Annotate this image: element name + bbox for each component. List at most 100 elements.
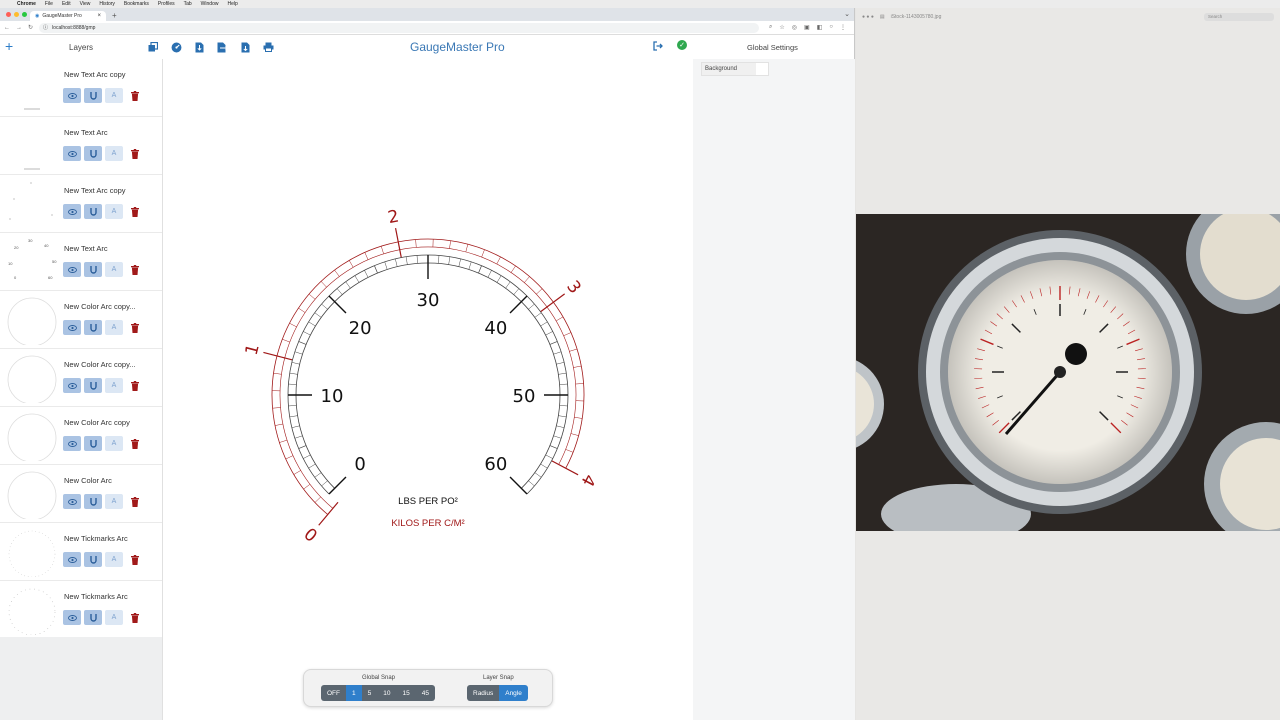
- layer-item[interactable]: New Color Arc copy... A: [0, 291, 162, 349]
- site-info-icon[interactable]: ⓘ: [43, 24, 48, 31]
- visibility-eye-icon[interactable]: [63, 610, 81, 625]
- layer-snap-option-angle[interactable]: Angle: [499, 685, 528, 701]
- visibility-eye-icon[interactable]: [63, 494, 81, 509]
- bookmark-star-icon[interactable]: ☆: [779, 24, 784, 31]
- snap-magnet-icon[interactable]: [84, 88, 102, 103]
- background-color-swatch[interactable]: [756, 63, 768, 75]
- trash-icon[interactable]: [129, 552, 141, 567]
- snap-magnet-icon[interactable]: [84, 494, 102, 509]
- layer-item[interactable]: New Color Arc A: [0, 465, 162, 523]
- close-window-button[interactable]: [6, 12, 11, 17]
- profile-icon[interactable]: ○: [829, 24, 833, 31]
- layer-item[interactable]: New Tickmarks Arc A: [0, 581, 162, 639]
- trash-icon[interactable]: [129, 262, 141, 277]
- text-style-icon[interactable]: A: [105, 552, 123, 567]
- visibility-eye-icon[interactable]: [63, 146, 81, 161]
- snap-magnet-icon[interactable]: [84, 552, 102, 567]
- sidebar-toggle-icon[interactable]: ▤: [880, 14, 885, 20]
- text-style-icon[interactable]: A: [105, 436, 123, 451]
- global-snap-option-5[interactable]: 5: [361, 685, 378, 701]
- close-tab-icon[interactable]: ×: [97, 13, 101, 19]
- text-style-icon[interactable]: A: [105, 146, 123, 161]
- gauge-drawing[interactable]: 0 10 20 30 40 50 60 0 1 2 3 4 LBS PER PO² KILOS PER C…: [163, 59, 693, 659]
- layer-item[interactable]: New Tickmarks Arc A: [0, 523, 162, 581]
- import-file-icon[interactable]: [193, 41, 205, 53]
- back-icon[interactable]: ←: [4, 25, 10, 31]
- text-style-icon[interactable]: A: [105, 320, 123, 335]
- zoom-icon[interactable]: ⌕: [769, 24, 772, 31]
- print-icon[interactable]: [262, 41, 274, 53]
- trash-icon[interactable]: [129, 88, 141, 103]
- extension-icon[interactable]: ◎: [792, 24, 797, 31]
- snap-magnet-icon[interactable]: [84, 262, 102, 277]
- trash-icon[interactable]: [129, 320, 141, 335]
- global-snap-option-10[interactable]: 10: [377, 685, 397, 701]
- snap-magnet-icon[interactable]: [84, 378, 102, 393]
- export-file-icon[interactable]: [216, 41, 228, 53]
- layer-item[interactable]: New Text Arc A: [0, 117, 162, 175]
- trash-icon[interactable]: [129, 204, 141, 219]
- menu-view[interactable]: View: [80, 1, 91, 7]
- viewer-search-input[interactable]: Search: [1204, 12, 1274, 21]
- snap-magnet-icon[interactable]: [84, 204, 102, 219]
- menu-edit[interactable]: Edit: [62, 1, 71, 7]
- trash-icon[interactable]: [129, 378, 141, 393]
- viewer-window-controls[interactable]: ● ● ●: [862, 14, 874, 20]
- visibility-eye-icon[interactable]: [63, 552, 81, 567]
- tab-search-chevron-icon[interactable]: ⌄: [844, 10, 850, 18]
- reload-icon[interactable]: ↻: [28, 24, 33, 31]
- trash-icon[interactable]: [129, 436, 141, 451]
- duplicate-icon[interactable]: [147, 41, 159, 53]
- menu-window[interactable]: Window: [201, 1, 219, 7]
- menu-app-name[interactable]: Chrome: [17, 1, 36, 7]
- trash-icon[interactable]: [129, 610, 141, 625]
- zoom-window-button[interactable]: [22, 12, 27, 17]
- snap-magnet-icon[interactable]: [84, 146, 102, 161]
- text-style-icon[interactable]: A: [105, 378, 123, 393]
- visibility-eye-icon[interactable]: [63, 320, 81, 335]
- minimize-window-button[interactable]: [14, 12, 19, 17]
- visibility-eye-icon[interactable]: [63, 378, 81, 393]
- global-snap-option-15[interactable]: 15: [396, 685, 416, 701]
- snap-magnet-icon[interactable]: [84, 320, 102, 335]
- menu-profiles[interactable]: Profiles: [158, 1, 175, 7]
- menu-help[interactable]: Help: [227, 1, 237, 7]
- gauge-icon[interactable]: [170, 41, 182, 53]
- sidepanel-icon[interactable]: ◧: [817, 24, 823, 31]
- download-file-icon[interactable]: [239, 41, 251, 53]
- global-snap-option-off[interactable]: OFF: [321, 685, 346, 701]
- layer-item[interactable]: New Color Arc copy A: [0, 407, 162, 465]
- layer-item[interactable]: 30 20 40 10 50 0 60 New Text Arc A: [0, 233, 162, 291]
- text-style-icon[interactable]: A: [105, 610, 123, 625]
- new-tab-icon[interactable]: +: [112, 11, 117, 21]
- snap-magnet-icon[interactable]: [84, 436, 102, 451]
- gauge-canvas[interactable]: 0 10 20 30 40 50 60 0 1 2 3 4 LBS PER PO² KILOS PER C…: [163, 59, 693, 720]
- forward-icon[interactable]: →: [16, 25, 22, 31]
- text-style-icon[interactable]: A: [105, 204, 123, 219]
- global-snap-option-1[interactable]: 1: [346, 685, 362, 701]
- extensions-puzzle-icon[interactable]: ▣: [804, 24, 810, 31]
- layer-item[interactable]: New Text Arc copy A: [0, 59, 162, 117]
- menu-kebab-icon[interactable]: ⋮: [840, 24, 846, 31]
- layer-item[interactable]: New Text Arc copy A: [0, 175, 162, 233]
- menu-bookmarks[interactable]: Bookmarks: [124, 1, 149, 7]
- visibility-eye-icon[interactable]: [63, 204, 81, 219]
- menu-tab[interactable]: Tab: [184, 1, 192, 7]
- browser-tab[interactable]: ◉ GaugeMaster Pro ×: [30, 11, 106, 21]
- text-style-icon[interactable]: A: [105, 494, 123, 509]
- layer-item[interactable]: New Color Arc copy... A: [0, 349, 162, 407]
- visibility-eye-icon[interactable]: [63, 88, 81, 103]
- visibility-eye-icon[interactable]: [63, 436, 81, 451]
- exit-icon[interactable]: [653, 41, 663, 53]
- visibility-eye-icon[interactable]: [63, 262, 81, 277]
- menu-history[interactable]: History: [99, 1, 115, 7]
- layer-snap-option-radius[interactable]: Radius: [467, 685, 500, 701]
- trash-icon[interactable]: [129, 146, 141, 161]
- check-circle-icon[interactable]: ✓: [677, 40, 687, 50]
- trash-icon[interactable]: [129, 494, 141, 509]
- add-layer-button[interactable]: +: [5, 38, 13, 54]
- address-field[interactable]: ⓘ localhost:8888/gmp: [39, 22, 760, 33]
- background-setting[interactable]: Background: [701, 62, 769, 76]
- menu-file[interactable]: File: [45, 1, 53, 7]
- snap-magnet-icon[interactable]: [84, 610, 102, 625]
